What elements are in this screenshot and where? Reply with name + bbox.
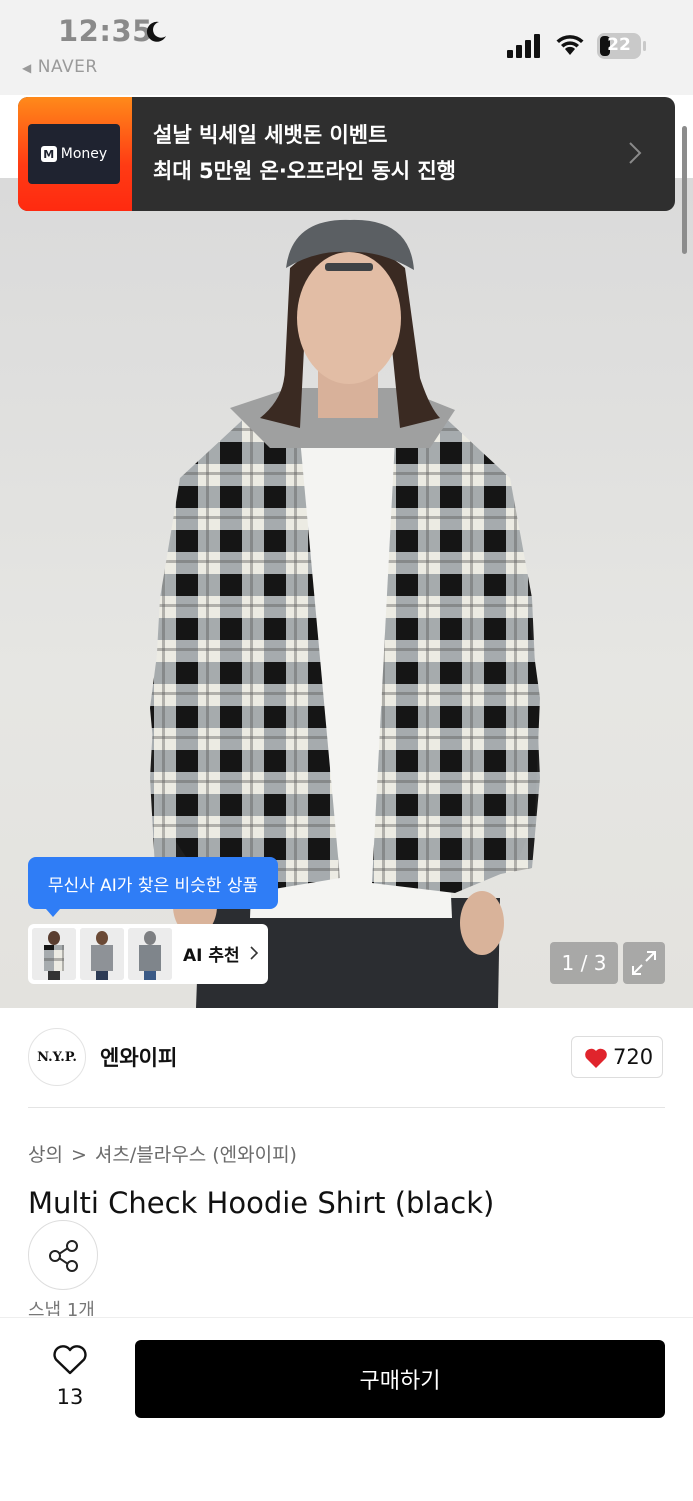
cellular-signal-icon [507, 34, 540, 58]
breadcrumb: 상의 > 셔츠/블라우스 (엔와이피) [28, 1140, 297, 1167]
back-to-app-link[interactable]: ◀ NAVER [22, 57, 98, 77]
breadcrumb-subcategory[interactable]: 셔츠/블라우스 (엔와이피) [95, 1144, 297, 1166]
image-page-counter: 1 / 3 [550, 942, 618, 984]
ai-similar-tooltip: 무신사 AI가 찾은 비슷한 상품 [28, 857, 278, 917]
chevron-right-icon [250, 946, 258, 960]
ad-headline: 설날 빅세일 세뱃돈 이벤트 [153, 123, 388, 147]
status-bar: 12:35 ◀ NAVER 22 [0, 0, 693, 95]
back-triangle-icon: ◀ [22, 61, 32, 75]
similar-product-thumb[interactable] [128, 928, 172, 980]
ai-recommend-strip[interactable]: AI 추천 [28, 924, 268, 984]
brand-like-count: 720 [613, 1045, 654, 1069]
similar-product-image [80, 928, 124, 980]
breadcrumb-separator: > [70, 1144, 87, 1166]
brand-logo[interactable]: N.Y.P. [28, 1028, 86, 1086]
expand-icon [632, 951, 656, 975]
money-logo: M Money [28, 124, 120, 184]
wishlist-count: 13 [56, 1385, 84, 1409]
m-badge-icon: M [40, 146, 57, 162]
ai-recommend-label: AI 추천 [183, 946, 240, 966]
ad-subline: 최대 5만원 온·오프라인 동시 진행 [153, 159, 456, 183]
ad-banner[interactable]: M Money 설날 빅세일 세뱃돈 이벤트 최대 5만원 온·오프라인 동시 … [18, 97, 675, 211]
brand-name[interactable]: 엔와이피 [100, 1042, 177, 1072]
buy-button[interactable]: 구매하기 [135, 1340, 665, 1418]
ad-thumbnail: M Money [18, 97, 132, 211]
heart-filled-icon [585, 1048, 607, 1068]
similar-product-image [32, 928, 76, 980]
status-time: 12:35 [58, 14, 153, 48]
breadcrumb-category[interactable]: 상의 [28, 1144, 63, 1166]
back-app-label: NAVER [37, 57, 98, 77]
chevron-right-icon [629, 142, 642, 164]
heart-outline-icon[interactable] [52, 1344, 88, 1376]
similar-product-image [128, 928, 172, 980]
divider [28, 1107, 665, 1108]
similar-product-thumb[interactable] [32, 928, 76, 980]
similar-product-thumb[interactable] [80, 928, 124, 980]
share-icon [49, 1240, 78, 1272]
wifi-icon [556, 35, 584, 55]
moon-icon [146, 21, 166, 42]
brand-like-button[interactable]: 720 [571, 1036, 663, 1078]
snap-count[interactable]: 스냅 1개 [28, 1296, 95, 1316]
share-button[interactable] [28, 1220, 98, 1290]
ad-logo-text: Money [60, 146, 108, 162]
battery-level: 22 [607, 35, 631, 55]
scroll-indicator[interactable] [682, 126, 687, 254]
product-title: Multi Check Hoodie Shirt (black) [28, 1186, 495, 1220]
expand-image-button[interactable] [623, 942, 665, 984]
